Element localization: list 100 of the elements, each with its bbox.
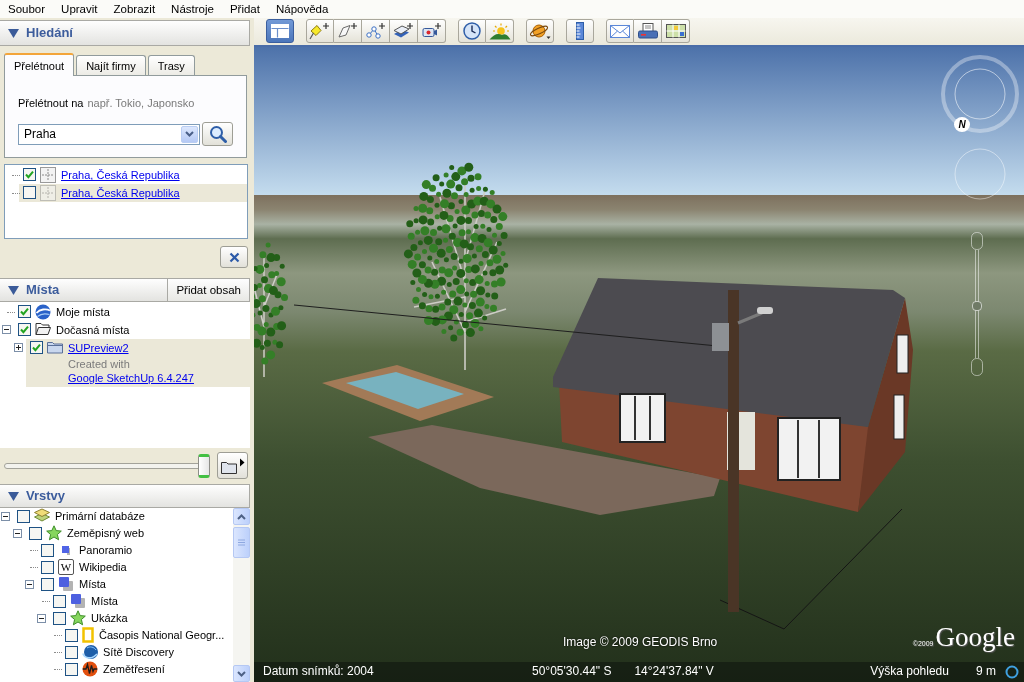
add-path-button[interactable] [362,19,390,43]
scrollbar-thumb[interactable] [233,527,250,558]
path-plus-icon [364,22,387,40]
checkbox[interactable] [41,578,54,591]
layer-label: Místa [79,577,106,592]
place-label: Moje místa [56,305,110,320]
scroll-up-button[interactable] [233,508,250,525]
collapse-icon[interactable] [13,529,22,538]
globe-icon [82,644,98,660]
collapse-icon[interactable] [37,614,46,623]
collapse-icon[interactable] [25,580,34,589]
map-icon [664,22,687,40]
record-tour-button[interactable] [418,19,446,43]
clock-icon [461,22,483,40]
letter-tile: W [58,559,74,575]
tab[interactable]: Přelétnout [4,53,75,76]
look-joystick[interactable] [954,148,1006,200]
checkbox[interactable] [23,168,36,181]
menu-item[interactable]: Nástroje [163,0,222,18]
menu-item[interactable]: Přidat [221,0,268,18]
menu-item[interactable]: Soubor [0,0,54,18]
chevron-down-icon [185,131,194,138]
add-polygon-button[interactable] [334,19,362,43]
result-link[interactable]: Praha, Česká Republika [61,184,180,202]
collapse-icon[interactable] [2,325,11,334]
planets-button[interactable] [526,19,554,43]
zoom-out-button[interactable] [971,358,983,376]
collapse-icon[interactable] [1,512,10,521]
checkbox[interactable] [41,561,54,574]
expand-icon[interactable] [14,343,23,352]
altitude-value: 9 m [976,664,996,680]
checkbox[interactable] [18,323,31,336]
logo-text: Google [935,622,1015,652]
add-image-overlay-button[interactable] [390,19,418,43]
longitude-text: 14°24'37.84" V [634,664,714,680]
checkbox[interactable] [53,612,66,625]
latitude-text: 50°05'30.44" S [532,664,612,680]
sidebar-button[interactable] [266,19,294,43]
clear-button[interactable] [220,246,248,268]
checkbox[interactable] [30,341,43,354]
folder-arrow-icon [220,457,245,474]
close-icon [228,251,240,263]
print-button[interactable] [634,19,662,43]
email-button[interactable] [606,19,634,43]
map-button[interactable] [662,19,690,43]
layer-label: Wikipedia [79,560,127,575]
place-item[interactable]: Moje místa [14,303,250,321]
place-item[interactable]: SUPreview2 Created with Google SketchUp 6.4.247 [26,339,250,387]
chevron-up-icon [237,513,246,520]
scrollbar[interactable] [233,508,250,682]
sun-over-hill-icon [488,22,511,40]
tab[interactable]: Trasy [147,55,195,75]
description-link[interactable]: Google SketchUp 6.4.247 [68,372,194,384]
checkbox[interactable] [17,510,30,523]
menu-item[interactable]: Zobrazit [105,0,164,18]
place-label: Dočasná místa [56,323,130,338]
historical-imagery-button[interactable] [458,19,486,43]
checkbox[interactable] [65,646,78,659]
slider-thumb[interactable] [198,453,210,478]
scroll-down-button[interactable] [233,665,250,682]
crosshair-icon [40,185,56,201]
search-field[interactable]: Praha [18,123,200,145]
place-item[interactable]: Dočasná místa [14,321,250,339]
zoom-handle[interactable] [972,300,982,311]
imagery-date: Datum snímků: 2004 [263,664,375,680]
checkbox[interactable] [29,527,42,540]
checkbox[interactable] [65,663,78,676]
tab[interactable]: Najít firmy [76,55,146,75]
search-icon [208,125,227,144]
menu-item[interactable]: Upravit [53,0,106,18]
checkbox[interactable] [18,305,31,318]
overlapping-squares-icon [70,593,86,609]
collapse-triangle-icon[interactable] [8,491,19,501]
add-placemark-button[interactable] [306,19,334,43]
search-button[interactable] [202,122,233,147]
streaming-ring-icon [1005,665,1019,679]
attribution-text: Image © 2009 GEODIS Brno [563,635,718,651]
collapse-triangle-icon[interactable] [8,285,19,295]
sunlight-button[interactable] [486,19,514,43]
zoom-in-button[interactable] [971,232,983,250]
place-link[interactable]: SUPreview2 [68,339,129,357]
checkbox[interactable] [53,595,66,608]
ruler-button[interactable] [566,19,594,43]
result-link[interactable]: Praha, Česká Republika [61,166,180,184]
result-row[interactable]: Praha, Česká Republika [19,166,247,184]
menu-item[interactable]: Nápověda [267,0,337,18]
checkbox[interactable] [65,629,78,642]
envelope-icon [609,22,631,40]
checkbox[interactable] [23,186,36,199]
compass[interactable]: N [940,54,1020,134]
add-content-button[interactable]: Přidat obsah [167,279,249,301]
grip-icon [238,539,245,546]
opacity-slider[interactable] [4,453,210,478]
result-row[interactable]: Praha, Česká Republika [19,184,247,202]
folder-menu-button[interactable] [217,452,248,479]
collapse-triangle-icon[interactable] [8,28,19,38]
camera-plus-icon [420,22,443,40]
layer-label: Panoramio [79,543,133,558]
checkbox[interactable] [41,544,54,557]
seismic-wave-icon [82,661,98,677]
